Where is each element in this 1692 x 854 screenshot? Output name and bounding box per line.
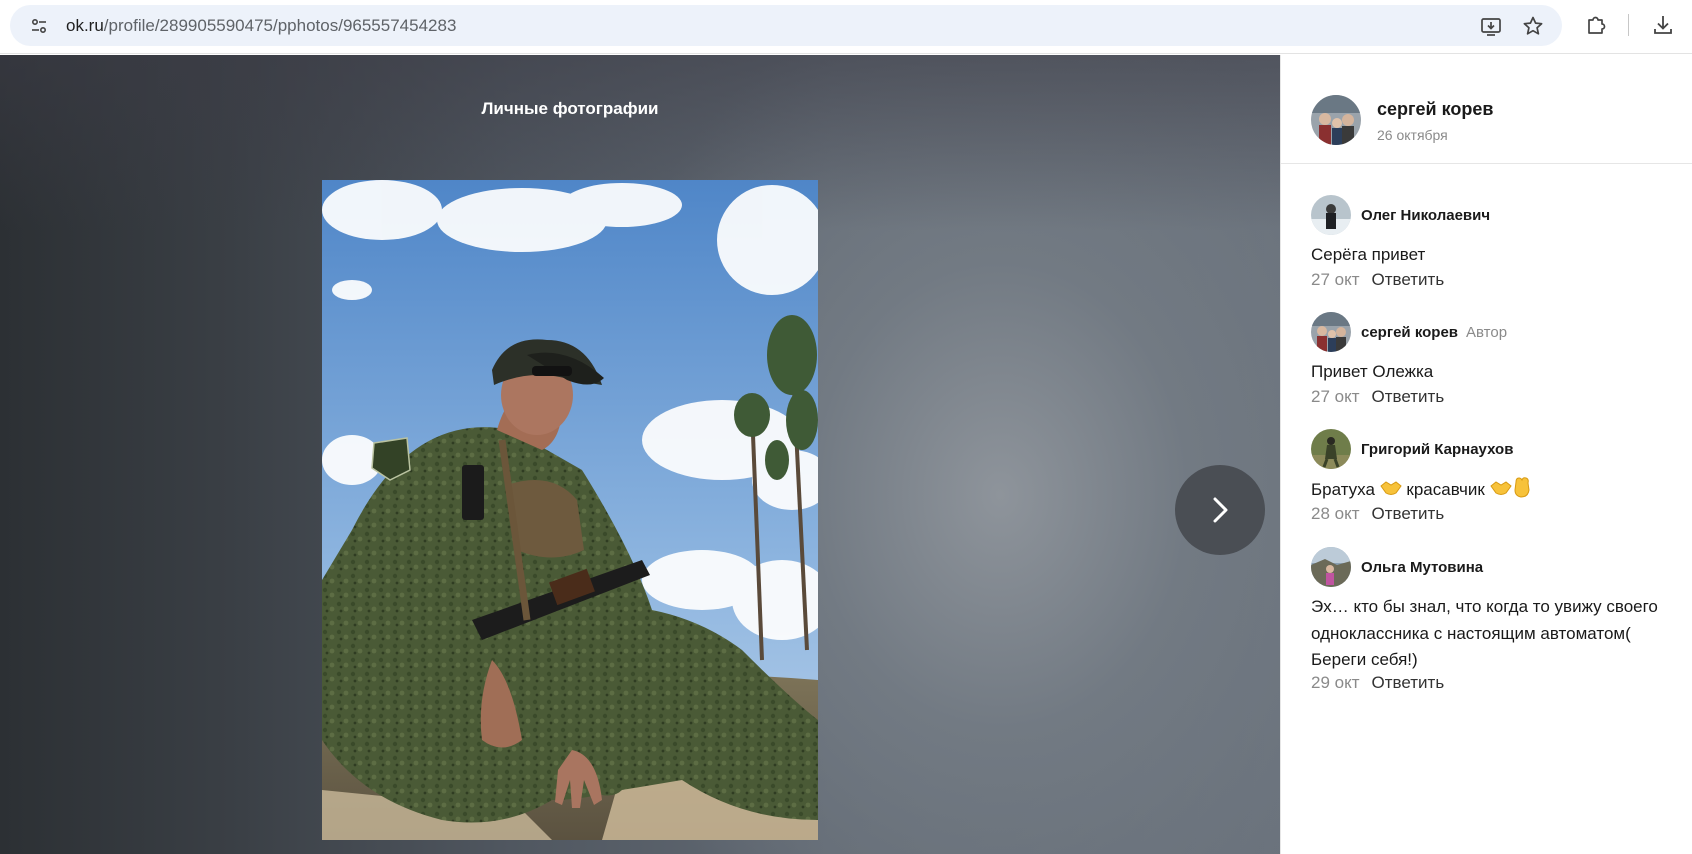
reply-button[interactable]: Ответить xyxy=(1372,673,1445,692)
url-host: ok.ru xyxy=(66,16,104,35)
reply-button[interactable]: Ответить xyxy=(1372,504,1445,523)
bookmark-star-icon[interactable] xyxy=(1522,15,1544,37)
commenter-name[interactable]: Олег Николаевич xyxy=(1361,207,1490,224)
comment-meta: 27 окт Ответить xyxy=(1311,387,1444,407)
album-title: Личные фотографии xyxy=(481,99,659,118)
comments-panel: сергей корев 26 октября Олег Николаевич … xyxy=(1280,55,1692,854)
comment-item: сергей корев Автор Привет Олежка 27 окт От… xyxy=(1311,312,1681,422)
post-date: 26 октября xyxy=(1377,127,1448,143)
raised-fist-emoji-icon xyxy=(1513,477,1530,498)
handshake-emoji-icon xyxy=(1489,481,1512,495)
next-photo-button[interactable] xyxy=(1175,465,1265,555)
commenter-avatar[interactable] xyxy=(1311,429,1351,469)
url-text[interactable]: ok.ru/profile/289905590475/pphotos/96555… xyxy=(66,5,456,46)
commenter-name[interactable]: сергей корев Автор xyxy=(1361,324,1507,341)
comment-text: Серёга привет xyxy=(1311,245,1426,264)
commenter-name-text[interactable]: Олег Николаевич xyxy=(1361,207,1490,224)
author-badge: Автор xyxy=(1466,324,1508,341)
commenter-name-text[interactable]: Ольга Мутовина xyxy=(1361,559,1483,576)
comment-date: 27 окт xyxy=(1311,270,1360,289)
address-bar[interactable]: ok.ru/profile/289905590475/pphotos/96555… xyxy=(10,5,1562,46)
author-avatar[interactable] xyxy=(1311,95,1361,145)
comment-text: Эх… кто бы знал, что когда то увижу свое… xyxy=(1311,597,1658,669)
url-path: /profile/289905590475/pphotos/9655574542… xyxy=(103,16,457,35)
site-info-icon[interactable] xyxy=(30,17,48,35)
handshake-emoji-icon xyxy=(1379,481,1402,495)
commenter-avatar[interactable] xyxy=(1311,547,1351,587)
comment-meta: 29 окт Ответить xyxy=(1311,673,1444,693)
commenter-name[interactable]: Ольга Мутовина xyxy=(1361,559,1483,576)
extensions-icon[interactable] xyxy=(1585,14,1607,36)
comment-item: Григорий Карнаухов Братуха красавчик 28 … xyxy=(1311,429,1681,539)
comment-meta: 27 окт Ответить xyxy=(1311,270,1444,290)
comment-meta: 28 окт Ответить xyxy=(1311,504,1444,524)
author-name[interactable]: сергей корев xyxy=(1377,99,1493,120)
main-photo[interactable] xyxy=(322,180,818,840)
chevron-right-icon xyxy=(1213,497,1228,523)
comment-date: 27 окт xyxy=(1311,387,1360,406)
comment-item: Ольга Мутовина Эх… кто бы знал, что когд… xyxy=(1311,547,1681,707)
reply-button[interactable]: Ответить xyxy=(1372,270,1445,289)
toolbar-separator xyxy=(1628,14,1629,36)
commenter-name[interactable]: Григорий Карнаухов xyxy=(1361,441,1513,458)
browser-toolbar: ok.ru/profile/289905590475/pphotos/96555… xyxy=(0,0,1692,54)
comment-text-part: красавчик xyxy=(1406,480,1485,499)
comment-text: Привет Олежка xyxy=(1311,362,1434,381)
comment-item: Олег Николаевич Серёга привет 27 окт Отве… xyxy=(1311,195,1681,305)
commenter-name-text[interactable]: Григорий Карнаухов xyxy=(1361,441,1513,458)
comment-text-part: Братуха xyxy=(1311,480,1375,499)
photo-viewer: Личные фотографии xyxy=(0,55,1280,854)
reply-button[interactable]: Ответить xyxy=(1372,387,1445,406)
commenter-avatar[interactable] xyxy=(1311,312,1351,352)
photo-author-header: сергей корев 26 октября xyxy=(1281,55,1692,164)
install-app-icon[interactable] xyxy=(1480,15,1502,37)
comment-date: 28 окт xyxy=(1311,504,1360,523)
commenter-name-text[interactable]: сергей корев xyxy=(1361,324,1458,341)
commenter-avatar[interactable] xyxy=(1311,195,1351,235)
download-icon[interactable] xyxy=(1652,14,1674,36)
comment-date: 29 окт xyxy=(1311,673,1360,692)
comment-text: Братуха красавчик xyxy=(1311,476,1681,504)
